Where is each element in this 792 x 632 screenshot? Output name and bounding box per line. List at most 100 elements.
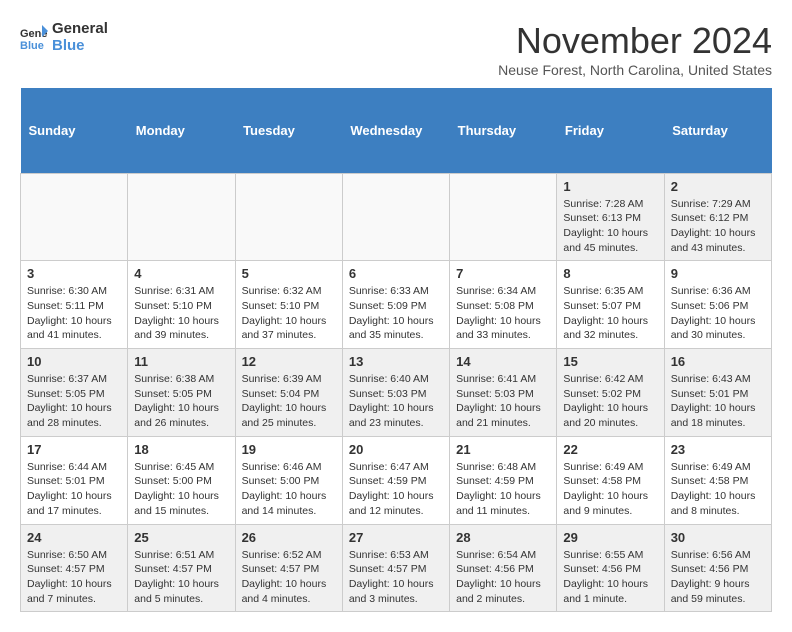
day-number: 19 [242,442,336,457]
calendar-cell: 17 Sunrise: 6:44 AM Sunset: 5:01 PM Dayli… [21,436,128,524]
day-info: Sunrise: 6:47 AM Sunset: 4:59 PM Dayligh… [349,460,443,519]
day-number: 16 [671,354,765,369]
day-number: 23 [671,442,765,457]
calendar-cell: 22 Sunrise: 6:49 AM Sunset: 4:58 PM Dayli… [557,436,664,524]
day-number: 14 [456,354,550,369]
calendar-cell: 4Sunrise: 6:31 AM Sunset: 5:10 PM Daylig… [128,261,235,349]
day-info: Sunrise: 7:29 AM Sunset: 6:12 PM Dayligh… [671,197,765,256]
day-info: Sunrise: 6:44 AM Sunset: 5:01 PM Dayligh… [27,460,121,519]
calendar-week-row: 24Sunrise: 6:50 AM Sunset: 4:57 PM Dayli… [21,524,772,612]
day-number: 24 [27,530,121,545]
svg-text:Blue: Blue [20,40,44,51]
day-info: Sunrise: 6:30 AM Sunset: 5:11 PM Dayligh… [27,284,121,343]
day-number: 2 [671,179,765,194]
calendar-cell: 13 Sunrise: 6:40 AM Sunset: 5:03 PM Dayli… [342,349,449,437]
day-info: Sunrise: 6:32 AM Sunset: 5:10 PM Dayligh… [242,284,336,343]
day-number: 30 [671,530,765,545]
header-friday: Friday [557,88,664,173]
calendar-week-row: 17 Sunrise: 6:44 AM Sunset: 5:01 PM Dayli… [21,436,772,524]
calendar-cell: 28 Sunrise: 6:54 AM Sunset: 4:56 PM Dayli… [450,524,557,612]
calendar-cell: 1Sunrise: 7:28 AM Sunset: 6:13 PM Daylig… [557,173,664,261]
day-info: Sunrise: 6:34 AM Sunset: 5:08 PM Dayligh… [456,284,550,343]
calendar-cell: 9Sunrise: 6:36 AM Sunset: 5:06 PM Daylig… [664,261,771,349]
title-block: November 2024 Neuse Forest, North Caroli… [498,20,772,78]
calendar-week-row: 1Sunrise: 7:28 AM Sunset: 6:13 PM Daylig… [21,173,772,261]
calendar-cell [235,173,342,261]
day-number: 7 [456,266,550,281]
day-info: Sunrise: 6:52 AM Sunset: 4:57 PM Dayligh… [242,548,336,607]
day-info: Sunrise: 6:53 AM Sunset: 4:57 PM Dayligh… [349,548,443,607]
calendar-cell: 11 Sunrise: 6:38 AM Sunset: 5:05 PM Dayli… [128,349,235,437]
day-number: 20 [349,442,443,457]
calendar-cell: 15 Sunrise: 6:42 AM Sunset: 5:02 PM Dayli… [557,349,664,437]
day-info: Sunrise: 6:56 AM Sunset: 4:56 PM Dayligh… [671,548,765,607]
calendar-cell [21,173,128,261]
day-info: Sunrise: 6:33 AM Sunset: 5:09 PM Dayligh… [349,284,443,343]
day-number: 3 [27,266,121,281]
logo: General Blue General Blue [20,20,108,54]
day-info: Sunrise: 6:55 AM Sunset: 4:56 PM Dayligh… [563,548,657,607]
day-number: 5 [242,266,336,281]
day-info: Sunrise: 6:49 AM Sunset: 4:58 PM Dayligh… [671,460,765,519]
calendar-cell [128,173,235,261]
day-number: 10 [27,354,121,369]
day-info: Sunrise: 6:49 AM Sunset: 4:58 PM Dayligh… [563,460,657,519]
day-number: 28 [456,530,550,545]
day-number: 18 [134,442,228,457]
day-info: Sunrise: 6:42 AM Sunset: 5:02 PM Dayligh… [563,372,657,431]
day-info: Sunrise: 6:36 AM Sunset: 5:06 PM Dayligh… [671,284,765,343]
day-number: 29 [563,530,657,545]
day-info: Sunrise: 6:54 AM Sunset: 4:56 PM Dayligh… [456,548,550,607]
day-info: Sunrise: 6:41 AM Sunset: 5:03 PM Dayligh… [456,372,550,431]
calendar-header-row: SundayMondayTuesdayWednesdayThursdayFrid… [21,88,772,173]
day-number: 22 [563,442,657,457]
calendar-cell: 30 Sunrise: 6:56 AM Sunset: 4:56 PM Dayli… [664,524,771,612]
header-wednesday: Wednesday [342,88,449,173]
day-number: 25 [134,530,228,545]
day-info: Sunrise: 6:37 AM Sunset: 5:05 PM Dayligh… [27,372,121,431]
logo-line1: General [52,20,108,37]
day-info: Sunrise: 6:38 AM Sunset: 5:05 PM Dayligh… [134,372,228,431]
calendar-cell: 10 Sunrise: 6:37 AM Sunset: 5:05 PM Dayli… [21,349,128,437]
day-info: Sunrise: 6:35 AM Sunset: 5:07 PM Dayligh… [563,284,657,343]
calendar-cell: 20 Sunrise: 6:47 AM Sunset: 4:59 PM Dayli… [342,436,449,524]
calendar-week-row: 3 Sunrise: 6:30 AM Sunset: 5:11 PM Daylig… [21,261,772,349]
calendar-cell [342,173,449,261]
day-number: 13 [349,354,443,369]
header-sunday: Sunday [21,88,128,173]
calendar-table: SundayMondayTuesdayWednesdayThursdayFrid… [20,88,772,612]
day-info: Sunrise: 6:45 AM Sunset: 5:00 PM Dayligh… [134,460,228,519]
day-number: 11 [134,354,228,369]
header-tuesday: Tuesday [235,88,342,173]
day-number: 17 [27,442,121,457]
calendar-cell: 14 Sunrise: 6:41 AM Sunset: 5:03 PM Dayli… [450,349,557,437]
header-monday: Monday [128,88,235,173]
day-number: 27 [349,530,443,545]
month-title: November 2024 [498,20,772,62]
calendar-week-row: 10 Sunrise: 6:37 AM Sunset: 5:05 PM Dayli… [21,349,772,437]
calendar-cell: 23 Sunrise: 6:49 AM Sunset: 4:58 PM Dayli… [664,436,771,524]
day-info: Sunrise: 6:48 AM Sunset: 4:59 PM Dayligh… [456,460,550,519]
day-number: 15 [563,354,657,369]
calendar-cell: 26Sunrise: 6:52 AM Sunset: 4:57 PM Dayli… [235,524,342,612]
day-info: Sunrise: 6:40 AM Sunset: 5:03 PM Dayligh… [349,372,443,431]
day-number: 21 [456,442,550,457]
calendar-cell: 25Sunrise: 6:51 AM Sunset: 4:57 PM Dayli… [128,524,235,612]
day-number: 8 [563,266,657,281]
day-info: Sunrise: 6:46 AM Sunset: 5:00 PM Dayligh… [242,460,336,519]
calendar-cell: 2 Sunrise: 7:29 AM Sunset: 6:12 PM Daylig… [664,173,771,261]
logo-icon: General Blue [20,23,48,51]
calendar-cell: 7 Sunrise: 6:34 AM Sunset: 5:08 PM Daylig… [450,261,557,349]
calendar-cell [450,173,557,261]
calendar-cell: 6Sunrise: 6:33 AM Sunset: 5:09 PM Daylig… [342,261,449,349]
header-saturday: Saturday [664,88,771,173]
calendar-cell: 24Sunrise: 6:50 AM Sunset: 4:57 PM Dayli… [21,524,128,612]
day-number: 4 [134,266,228,281]
day-info: Sunrise: 6:39 AM Sunset: 5:04 PM Dayligh… [242,372,336,431]
calendar-cell: 3 Sunrise: 6:30 AM Sunset: 5:11 PM Daylig… [21,261,128,349]
location: Neuse Forest, North Carolina, United Sta… [498,62,772,78]
day-number: 1 [563,179,657,194]
calendar-cell: 8 Sunrise: 6:35 AM Sunset: 5:07 PM Daylig… [557,261,664,349]
header-thursday: Thursday [450,88,557,173]
day-number: 12 [242,354,336,369]
